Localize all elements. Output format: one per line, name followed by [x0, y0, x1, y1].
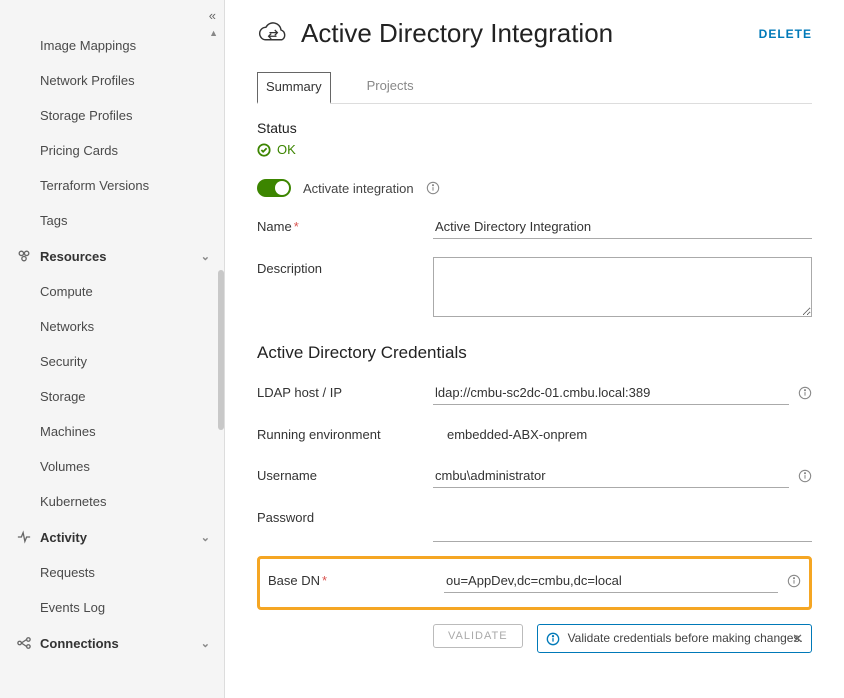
page-title: Active Directory Integration — [301, 18, 747, 49]
sidebar: « ▲ Image Mappings Network Profiles Stor… — [0, 0, 225, 698]
sidebar-item-kubernetes[interactable]: Kubernetes — [0, 484, 224, 519]
sidebar-item-events-log[interactable]: Events Log — [0, 590, 224, 625]
cloud-icon — [257, 22, 289, 46]
sidebar-item-security[interactable]: Security — [0, 344, 224, 379]
close-icon[interactable]: ✕ — [792, 631, 803, 647]
info-icon[interactable] — [797, 386, 812, 401]
status-ok: OK — [257, 142, 812, 157]
basedn-highlight: Base DN* — [257, 556, 812, 610]
main-content: Active Directory Integration DELETE Summ… — [225, 0, 844, 698]
status-text: OK — [277, 142, 296, 157]
username-label: Username — [257, 464, 417, 483]
validate-button[interactable]: VALIDATE — [433, 624, 523, 648]
tab-summary[interactable]: Summary — [257, 72, 331, 104]
validate-notice-text: Validate credentials before making chang… — [568, 631, 803, 645]
activate-toggle[interactable] — [257, 179, 291, 197]
tab-projects[interactable]: Projects — [359, 72, 422, 104]
resources-icon — [16, 248, 32, 264]
username-input[interactable] — [433, 464, 789, 488]
validate-notice: Validate credentials before making chang… — [537, 624, 812, 653]
sidebar-item-tags[interactable]: Tags — [0, 203, 224, 238]
scrollbar-thumb[interactable] — [218, 270, 224, 430]
sidebar-item-requests[interactable]: Requests — [0, 555, 224, 590]
status-heading: Status — [257, 120, 812, 136]
sidebar-category-label: Resources — [40, 249, 193, 264]
sidebar-item-volumes[interactable]: Volumes — [0, 449, 224, 484]
description-label: Description — [257, 257, 417, 276]
delete-link[interactable]: DELETE — [759, 27, 812, 41]
info-icon[interactable] — [786, 574, 801, 589]
sidebar-category-resources[interactable]: Resources ⌄ — [0, 238, 224, 274]
sidebar-item-compute[interactable]: Compute — [0, 274, 224, 309]
chevron-down-icon: ⌄ — [201, 250, 210, 263]
chevron-down-icon: ⌄ — [201, 531, 210, 544]
ldap-label: LDAP host / IP — [257, 381, 417, 400]
name-label: Name* — [257, 215, 417, 234]
info-icon[interactable] — [797, 469, 812, 484]
basedn-input[interactable] — [444, 569, 778, 593]
running-env-label: Running environment — [257, 423, 417, 442]
sidebar-item-network-profiles[interactable]: Network Profiles — [0, 63, 224, 98]
sidebar-item-machines[interactable]: Machines — [0, 414, 224, 449]
sidebar-item-terraform-versions[interactable]: Terraform Versions — [0, 168, 224, 203]
credentials-heading: Active Directory Credentials — [257, 343, 812, 363]
sidebar-item-pricing-cards[interactable]: Pricing Cards — [0, 133, 224, 168]
sidebar-item-storage-profiles[interactable]: Storage Profiles — [0, 98, 224, 133]
ldap-input[interactable] — [433, 381, 789, 405]
sidebar-category-activity[interactable]: Activity ⌄ — [0, 519, 224, 555]
chevron-down-icon: ⌄ — [201, 637, 210, 650]
connections-icon — [16, 635, 32, 651]
password-input[interactable] — [433, 518, 812, 542]
description-textarea[interactable] — [433, 257, 812, 317]
password-label: Password — [257, 506, 417, 525]
sidebar-item-image-mappings[interactable]: Image Mappings — [0, 28, 224, 63]
tabs: Summary Projects — [257, 71, 812, 104]
sidebar-item-storage[interactable]: Storage — [0, 379, 224, 414]
running-env-value: embedded-ABX-onprem — [433, 423, 812, 446]
info-icon[interactable] — [426, 181, 441, 196]
sidebar-category-label: Activity — [40, 530, 193, 545]
activity-icon — [16, 529, 32, 545]
sidebar-category-connections[interactable]: Connections ⌄ — [0, 625, 224, 661]
sidebar-category-label: Connections — [40, 636, 193, 651]
activate-label: Activate integration — [303, 181, 414, 196]
sidebar-item-networks[interactable]: Networks — [0, 309, 224, 344]
name-input[interactable] — [433, 215, 812, 239]
sidebar-scroll: Image Mappings Network Profiles Storage … — [0, 0, 224, 698]
basedn-label: Base DN* — [268, 569, 428, 588]
